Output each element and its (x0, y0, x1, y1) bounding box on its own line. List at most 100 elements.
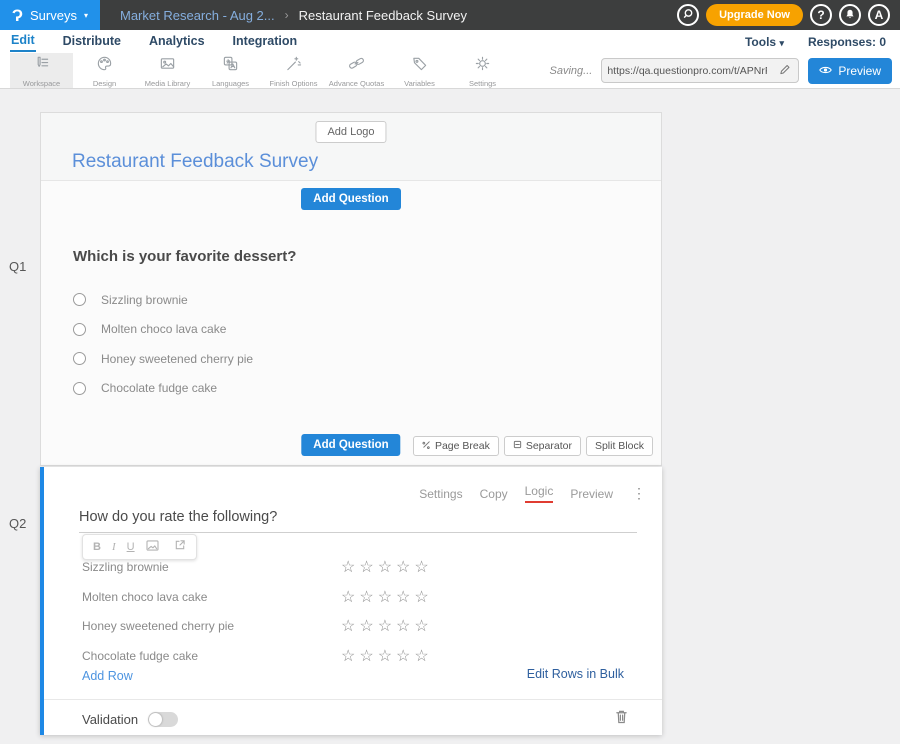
star-icon[interactable]: ☆ (396, 648, 414, 665)
star-icon[interactable]: ☆ (378, 648, 396, 665)
tab-analytics[interactable]: Analytics (148, 32, 206, 51)
star-icon[interactable]: ☆ (396, 589, 414, 606)
delete-question-button[interactable] (615, 709, 628, 729)
page-break-button[interactable]: Page Break (413, 436, 499, 456)
section-nav: Edit Distribute Analytics Integration To… (0, 30, 900, 53)
add-question-button-top[interactable]: Add Question (301, 188, 400, 210)
star-icon[interactable]: ☆ (341, 589, 359, 606)
star-icon[interactable]: ☆ (396, 559, 414, 576)
star-icon[interactable]: ☆ (359, 559, 377, 576)
star-icon[interactable]: ☆ (359, 618, 377, 635)
add-question-button-bottom[interactable]: Add Question (301, 434, 400, 456)
option-row[interactable]: Sizzling brownie (73, 285, 661, 315)
chevron-down-icon: ▾ (779, 38, 784, 48)
tools-menu[interactable]: Tools ▾ (745, 35, 784, 49)
star-icon[interactable]: ☆ (414, 589, 432, 606)
question-2-text[interactable]: How do you rate the following? (79, 509, 637, 533)
tab-integration[interactable]: Integration (232, 32, 299, 51)
block-actions-row: Add Question Page Break Separator Split … (41, 433, 661, 461)
radio-icon[interactable] (73, 293, 86, 306)
help-button[interactable]: ? (810, 4, 832, 26)
kebab-menu-icon[interactable]: ⋮ (632, 485, 646, 502)
option-row[interactable]: Honey sweetened cherry pie (73, 344, 661, 374)
notifications-button[interactable] (839, 4, 861, 26)
matrix-row-label[interactable]: Sizzling brownie (82, 560, 169, 574)
search-button[interactable] (677, 4, 699, 26)
star-icon[interactable]: ☆ (359, 589, 377, 606)
underline-button[interactable]: U (127, 541, 135, 554)
question-preview-link[interactable]: Preview (570, 487, 613, 501)
question-settings-link[interactable]: Settings (419, 487, 462, 501)
toolbar-item-workspace[interactable]: Workspace (10, 53, 73, 88)
option-row[interactable]: Chocolate fudge cake (73, 374, 661, 404)
question-2-actions: Settings Copy Logic Preview ⋮ (419, 484, 646, 503)
bold-button[interactable]: B (93, 541, 101, 554)
preview-button[interactable]: Preview (808, 58, 892, 84)
option-row[interactable]: Molten choco lava cake (73, 315, 661, 345)
star-icon[interactable]: ☆ (414, 559, 432, 576)
star-icon[interactable]: ☆ (414, 648, 432, 665)
top-navbar: Ɂ Surveys ▾ Market Research - Aug 2... ›… (0, 0, 900, 30)
bell-icon (844, 8, 856, 23)
separator-icon (513, 440, 522, 452)
survey-block-2-selected: Settings Copy Logic Preview ⋮ How do you… (40, 467, 662, 735)
toolbar-item-settings[interactable]: Settings (451, 53, 514, 88)
section-nav-right: Tools ▾ Responses: 0 (745, 35, 890, 49)
star-icon[interactable]: ☆ (341, 559, 359, 576)
chain-link-icon (348, 55, 365, 77)
survey-url-input[interactable] (602, 65, 772, 77)
matrix-row-label[interactable]: Chocolate fudge cake (82, 649, 198, 663)
star-icon[interactable]: ☆ (378, 618, 396, 635)
add-question-row-top: Add Question (41, 181, 661, 217)
toolbar-item-design[interactable]: Design (73, 53, 136, 88)
star-icon[interactable]: ☆ (341, 648, 359, 665)
star-rating: ☆☆☆☆☆ (341, 612, 433, 642)
star-rating: ☆☆☆☆☆ (341, 553, 433, 583)
tab-edit[interactable]: Edit (10, 31, 36, 52)
toolbar-item-finish-options[interactable]: Finish Options (262, 53, 325, 88)
breadcrumb-separator-icon: › (285, 8, 289, 22)
star-icon[interactable]: ☆ (341, 618, 359, 635)
toolbar-item-variables[interactable]: Variables (388, 53, 451, 88)
topbar-actions: Upgrade Now ? A (677, 4, 900, 26)
question-logic-link[interactable]: Logic (525, 484, 554, 503)
split-block-button[interactable]: Split Block (586, 436, 653, 456)
radio-icon[interactable] (73, 352, 86, 365)
toolbar-item-media-library[interactable]: Media Library (136, 53, 199, 88)
validation-toggle[interactable] (148, 712, 178, 727)
rating-matrix: Sizzling brownie ☆☆☆☆☆ Molten choco lava… (82, 553, 624, 671)
separator-button[interactable]: Separator (504, 436, 581, 456)
radio-icon[interactable] (73, 323, 86, 336)
edit-url-button[interactable] (772, 58, 798, 83)
edit-toolbar: Workspace Design Media Library Languages… (0, 53, 900, 89)
star-icon[interactable]: ☆ (359, 648, 377, 665)
radio-icon[interactable] (73, 382, 86, 395)
matrix-row: Molten choco lava cake ☆☆☆☆☆ (82, 583, 624, 613)
image-icon (159, 55, 176, 77)
toolbar-item-advance-quotas[interactable]: Advance Quotas (325, 53, 388, 88)
toolbar-right: Saving... Preview (550, 53, 900, 88)
add-row-link[interactable]: Add Row (82, 669, 133, 683)
toolbar-item-languages[interactable]: Languages (199, 53, 262, 88)
account-avatar[interactable]: A (868, 4, 890, 26)
responses-count[interactable]: Responses: 0 (808, 35, 886, 49)
edit-rows-in-bulk-link[interactable]: Edit Rows in Bulk (527, 667, 624, 681)
tab-distribute[interactable]: Distribute (62, 32, 122, 51)
star-icon[interactable]: ☆ (378, 589, 396, 606)
star-icon[interactable]: ☆ (378, 559, 396, 576)
translate-icon (222, 55, 239, 77)
surveys-menu[interactable]: Ɂ Surveys ▾ (0, 0, 100, 30)
add-logo-button[interactable]: Add Logo (315, 121, 386, 143)
toolbar-items: Workspace Design Media Library Languages… (0, 53, 514, 88)
matrix-row-label[interactable]: Honey sweetened cherry pie (82, 619, 234, 633)
question-1-text[interactable]: Which is your favorite dessert? (73, 248, 661, 265)
eye-icon (819, 64, 832, 78)
breadcrumb-folder[interactable]: Market Research - Aug 2... (120, 8, 275, 23)
star-icon[interactable]: ☆ (396, 618, 414, 635)
italic-button[interactable]: I (112, 541, 116, 554)
upgrade-now-button[interactable]: Upgrade Now (706, 4, 803, 26)
matrix-row-label[interactable]: Molten choco lava cake (82, 590, 207, 604)
star-icon[interactable]: ☆ (414, 618, 432, 635)
survey-title[interactable]: Restaurant Feedback Survey (72, 151, 318, 173)
question-copy-link[interactable]: Copy (480, 487, 508, 501)
